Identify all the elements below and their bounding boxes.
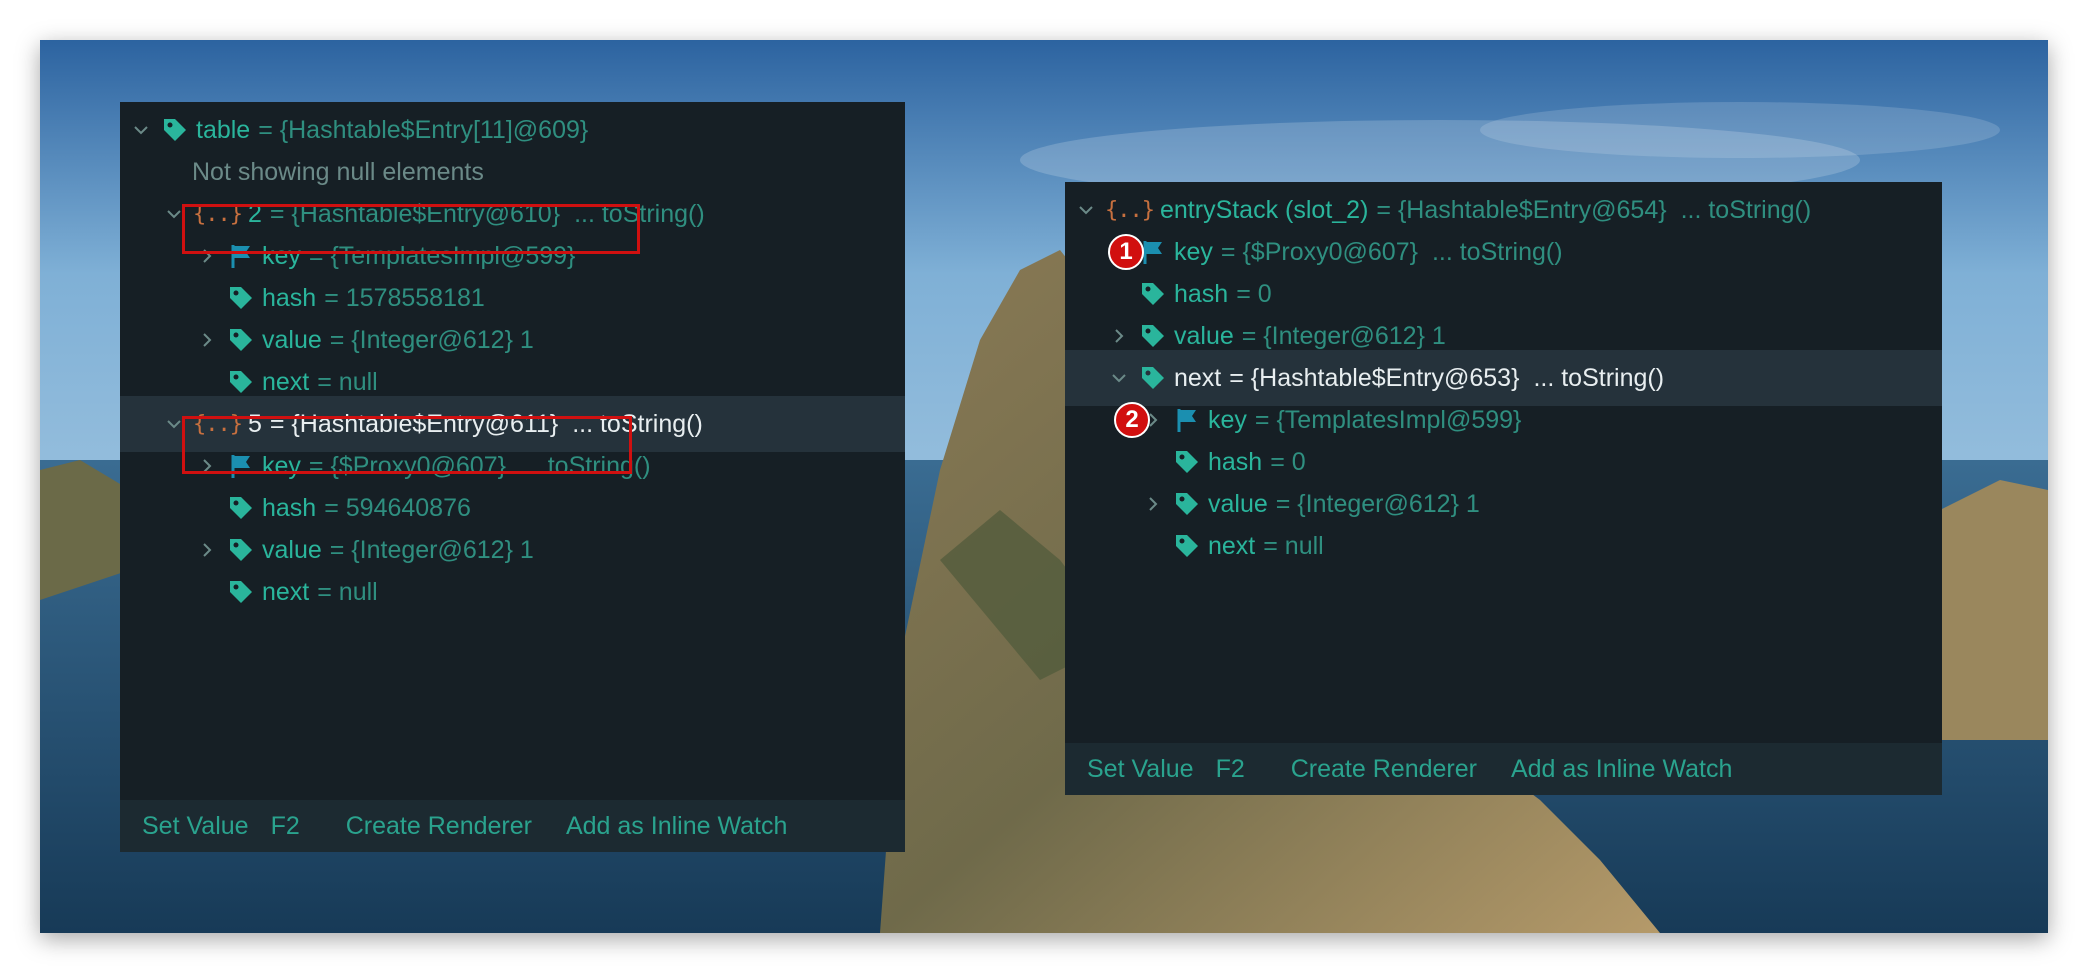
variable-value: = {Hashtable$Entry[11]@609} <box>258 115 589 144</box>
chevron-down-icon[interactable] <box>130 119 152 141</box>
variable-name: key <box>1174 237 1213 266</box>
create-renderer-action[interactable]: Create Renderer <box>1291 755 1477 784</box>
object-icon: {..} <box>1105 197 1155 223</box>
chevron-right-icon[interactable] <box>196 329 218 351</box>
variable-value: = {TemplatesImpl@599} <box>1254 405 1522 434</box>
variable-name: value <box>1174 321 1234 350</box>
variable-value: = null <box>317 577 378 606</box>
tree-row-next[interactable]: next = null <box>1065 518 1942 574</box>
variable-value: = 594640876 <box>324 493 471 522</box>
variable-value: = {Hashtable$Entry@654} <box>1376 195 1667 224</box>
tag-icon <box>1138 363 1168 393</box>
chevron-down-icon[interactable] <box>1108 367 1130 389</box>
variable-value: = {Integer@612} 1 <box>329 325 534 354</box>
tag-icon <box>160 115 190 145</box>
variable-name: entryStack (slot_2) <box>1159 195 1369 224</box>
add-inline-watch-action[interactable]: Add as Inline Watch <box>566 812 787 841</box>
variable-name: hash <box>1208 447 1263 476</box>
to-string-link[interactable]: ... toString() <box>1533 364 1664 393</box>
chevron-right-icon[interactable] <box>1108 325 1130 347</box>
annotation-badge-2: 2 <box>1114 402 1150 438</box>
to-string-link[interactable]: ... toString() <box>1681 196 1812 225</box>
variable-name: key <box>1208 405 1247 434</box>
flag-icon <box>1172 405 1202 435</box>
variable-value: = {Integer@612} 1 <box>329 535 534 564</box>
variable-value: = null <box>1263 531 1324 560</box>
create-renderer-action[interactable]: Create Renderer <box>346 812 532 841</box>
shortcut-label: F2 <box>270 811 300 840</box>
tag-icon <box>226 577 256 607</box>
variable-value: = null <box>317 367 378 396</box>
tree-row-next[interactable]: next = null <box>120 564 905 620</box>
highlight-box-entry-2 <box>182 204 640 254</box>
tag-icon <box>1172 489 1202 519</box>
tag-icon <box>226 283 256 313</box>
variable-value: = 0 <box>1270 447 1306 476</box>
tag-icon <box>226 325 256 355</box>
set-value-action[interactable]: Set Value <box>142 812 249 841</box>
highlight-box-entry-5 <box>182 416 632 474</box>
variable-value: = {Integer@612} 1 <box>1241 321 1446 350</box>
variable-name: value <box>262 535 322 564</box>
left-debugger-popup: table = {Hashtable$Entry[11]@609} Not sh… <box>120 102 905 852</box>
variable-value: = {$Proxy0@607} <box>1220 237 1418 266</box>
chevron-right-icon[interactable] <box>1142 493 1164 515</box>
chevron-right-icon[interactable] <box>196 539 218 561</box>
tag-icon <box>1172 447 1202 477</box>
tag-icon <box>226 367 256 397</box>
popup-footer: Set Value F2 Create Renderer Add as Inli… <box>1065 743 1942 795</box>
variable-name: next <box>1208 531 1256 560</box>
annotation-badge-1: 1 <box>1108 234 1144 270</box>
variable-value: = {Integer@612} 1 <box>1275 489 1480 518</box>
tag-icon <box>1172 531 1202 561</box>
variable-name: hash <box>1174 279 1229 308</box>
variable-name: table <box>196 115 251 144</box>
tag-icon <box>226 535 256 565</box>
variable-name: next <box>262 367 310 396</box>
shortcut-label: F2 <box>1215 754 1245 783</box>
right-debugger-popup: {..} entryStack (slot_2) = {Hashtable$En… <box>1065 182 1942 795</box>
variable-name: value <box>1208 489 1268 518</box>
variable-name: value <box>262 325 322 354</box>
variable-value: = {Hashtable$Entry@653} <box>1229 363 1520 392</box>
variable-name: next <box>1174 363 1222 392</box>
set-value-action[interactable]: Set Value <box>1087 755 1194 784</box>
chevron-down-icon[interactable] <box>1075 199 1097 221</box>
tag-icon <box>226 493 256 523</box>
variable-value: = 0 <box>1236 279 1272 308</box>
notice-text: Not showing null elements <box>192 157 484 186</box>
desktop-wallpaper: table = {Hashtable$Entry[11]@609} Not sh… <box>40 40 2048 933</box>
variable-name: hash <box>262 283 317 312</box>
popup-footer: Set Value F2 Create Renderer Add as Inli… <box>120 800 905 852</box>
variable-name: hash <box>262 493 317 522</box>
add-inline-watch-action[interactable]: Add as Inline Watch <box>1511 755 1732 784</box>
variable-name: next <box>262 577 310 606</box>
to-string-link[interactable]: ... toString() <box>1432 238 1563 267</box>
variable-value: = 1578558181 <box>324 283 485 312</box>
tag-icon <box>1138 321 1168 351</box>
tag-icon <box>1138 279 1168 309</box>
